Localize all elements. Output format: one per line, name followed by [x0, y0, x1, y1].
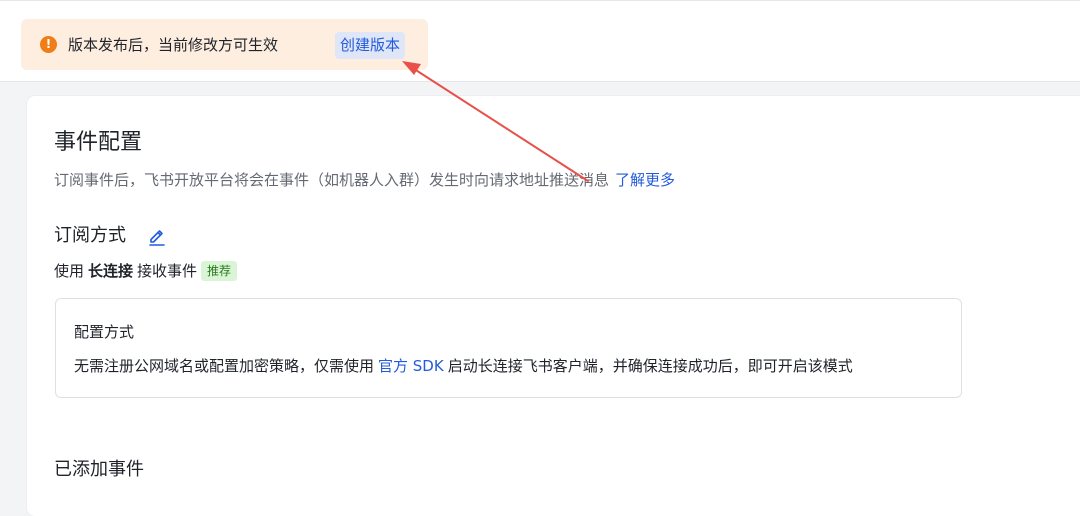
subtitle-text: 订阅事件后，飞书开放平台将会在事件（如机器人入群）发生时向请求地址推送消息	[54, 171, 610, 189]
warning-icon: !	[40, 36, 57, 53]
edit-pencil-icon[interactable]	[148, 226, 166, 246]
event-config-card: 事件配置 订阅事件后，飞书开放平台将会在事件（如机器人入群）发生时向请求地址推送…	[27, 96, 1080, 516]
official-sdk-link[interactable]: 官方 SDK	[378, 357, 444, 375]
subscription-mode-label: 订阅方式	[54, 225, 126, 246]
config-desc-prefix: 无需注册公网域名或配置加密策略，仅需使用	[74, 357, 375, 375]
subscription-usage: 使用 长连接 接收事件 推荐	[54, 260, 238, 282]
page-title: 事件配置	[54, 130, 143, 155]
config-method-desc: 无需注册公网域名或配置加密策略，仅需使用 官方 SDK 启动长连接飞书客户端，并确保…	[74, 355, 853, 377]
create-version-link[interactable]: 创建版本	[335, 32, 406, 59]
config-desc-suffix: 启动长连接飞书客户端，并确保连接成功后，即可开启该模式	[447, 357, 853, 375]
usage-suffix: 接收事件	[137, 262, 198, 280]
recommended-badge: 推荐	[201, 261, 238, 281]
notice-text: 版本发布后，当前修改方可生效	[68, 36, 279, 54]
usage-method: 长连接	[88, 262, 134, 280]
config-method-title: 配置方式	[74, 323, 135, 341]
config-method-box: 配置方式 无需注册公网域名或配置加密策略，仅需使用 官方 SDK 启动长连接飞书客户…	[55, 298, 962, 398]
page-subtitle: 订阅事件后，飞书开放平台将会在事件（如机器人入群）发生时向请求地址推送消息 了解更…	[54, 169, 675, 191]
top-bar: ! 版本发布后，当前修改方可生效 创建版本	[0, 0, 1080, 82]
version-notice-banner: ! 版本发布后，当前修改方可生效 创建版本	[21, 19, 428, 70]
learn-more-link[interactable]: 了解更多	[615, 171, 675, 189]
added-events-title: 已添加事件	[54, 459, 144, 480]
usage-prefix: 使用	[54, 262, 85, 280]
